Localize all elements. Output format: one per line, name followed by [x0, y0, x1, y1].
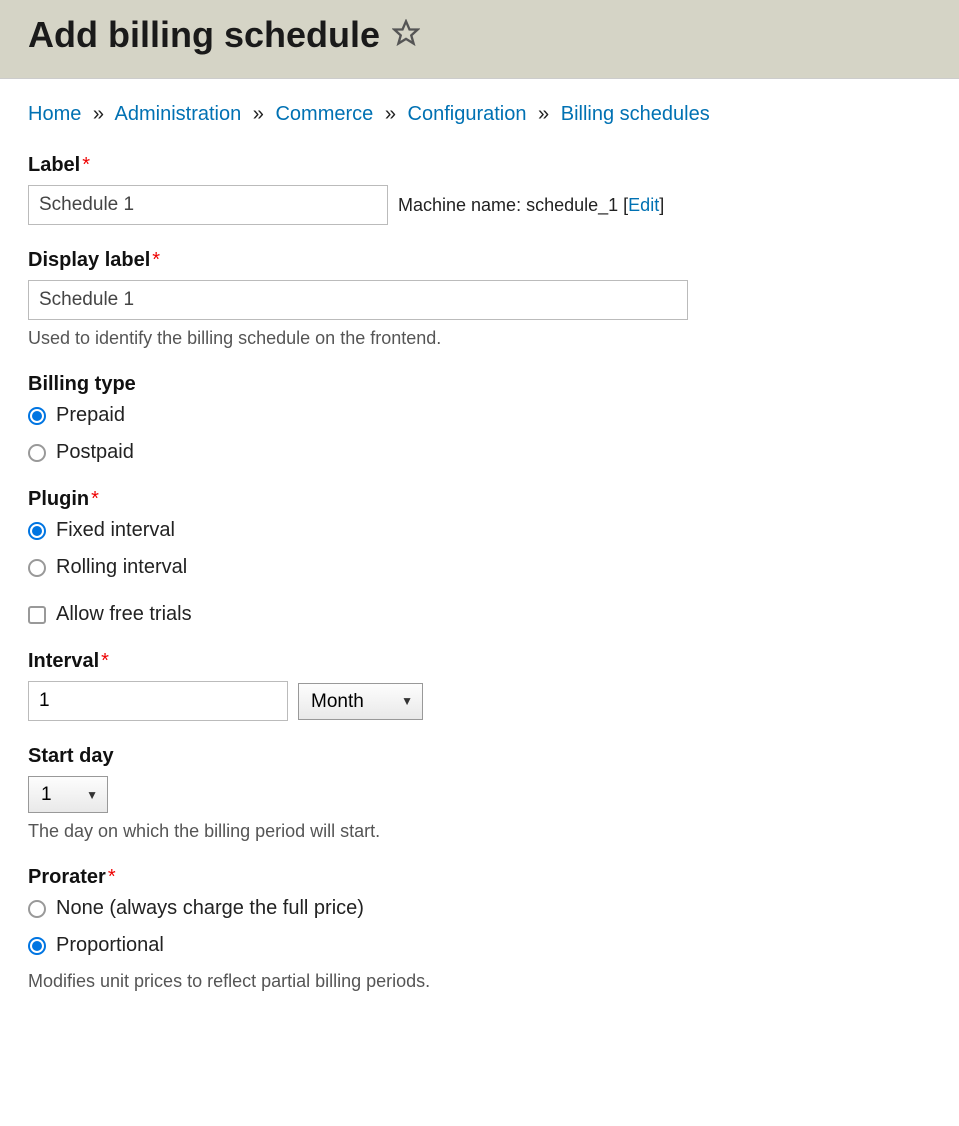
- breadcrumb: Home » Administration » Commerce » Confi…: [28, 103, 931, 126]
- header-bar: Add billing schedule: [0, 0, 959, 79]
- interval-number-input[interactable]: [28, 681, 288, 721]
- billing-type-postpaid-radio[interactable]: [28, 444, 46, 462]
- prorater-proportional[interactable]: Proportional: [28, 934, 931, 957]
- label-label-text: Label: [28, 154, 80, 176]
- breadcrumb-configuration[interactable]: Configuration: [408, 103, 527, 125]
- machine-name-edit-link[interactable]: Edit: [628, 195, 659, 215]
- plugin-rolling-radio[interactable]: [28, 559, 46, 577]
- plugin-fixed-radio[interactable]: [28, 522, 46, 540]
- prorater-none[interactable]: None (always charge the full price): [28, 897, 931, 920]
- required-mark: *: [152, 249, 160, 271]
- form-item-display-label: Display label* Used to identify the bill…: [28, 249, 931, 349]
- interval-unit-select[interactable]: Month: [298, 683, 423, 720]
- form-item-interval: Interval* Month: [28, 650, 931, 721]
- start-day-help: The day on which the billing period will…: [28, 821, 931, 842]
- breadcrumb-commerce[interactable]: Commerce: [275, 103, 373, 125]
- billing-type-postpaid[interactable]: Postpaid: [28, 441, 931, 464]
- plugin-fixed[interactable]: Fixed interval: [28, 519, 931, 542]
- prorater-proportional-label: Proportional: [56, 934, 164, 957]
- prorater-none-radio[interactable]: [28, 900, 46, 918]
- content: Home » Administration » Commerce » Confi…: [0, 79, 959, 1040]
- prorater-help: Modifies unit prices to reflect partial …: [28, 971, 931, 992]
- start-day-label: Start day: [28, 745, 931, 768]
- display-label-text: Display label: [28, 249, 150, 271]
- required-mark: *: [108, 866, 116, 888]
- required-mark: *: [82, 154, 90, 176]
- required-mark: *: [91, 488, 99, 510]
- breadcrumb-sep: »: [385, 103, 396, 125]
- machine-name: Machine name: schedule_1 [Edit]: [398, 195, 664, 216]
- label-label: Label*: [28, 154, 931, 177]
- breadcrumb-sep: »: [538, 103, 549, 125]
- form-item-plugin: Plugin* Fixed interval Rolling interval: [28, 488, 931, 579]
- plugin-label-text: Plugin: [28, 488, 89, 510]
- required-mark: *: [101, 650, 109, 672]
- page-title-text: Add billing schedule: [28, 14, 380, 56]
- form-item-billing-type: Billing type Prepaid Postpaid: [28, 373, 931, 464]
- breadcrumb-home[interactable]: Home: [28, 103, 81, 125]
- prorater-label-text: Prorater: [28, 866, 106, 888]
- allow-trials-checkbox[interactable]: [28, 606, 46, 624]
- form-item-allow-trials: Allow free trials: [28, 603, 931, 626]
- plugin-rolling[interactable]: Rolling interval: [28, 556, 931, 579]
- machine-name-prefix: Machine name:: [398, 195, 526, 215]
- billing-type-label: Billing type: [28, 373, 931, 396]
- prorater-none-label: None (always charge the full price): [56, 897, 364, 920]
- interval-label-text: Interval: [28, 650, 99, 672]
- allow-trials[interactable]: Allow free trials: [28, 603, 931, 626]
- star-icon[interactable]: [392, 14, 420, 56]
- display-label-input[interactable]: [28, 280, 688, 320]
- breadcrumb-sep: »: [93, 103, 104, 125]
- billing-type-prepaid-radio[interactable]: [28, 407, 46, 425]
- prorater-proportional-radio[interactable]: [28, 937, 46, 955]
- breadcrumb-administration[interactable]: Administration: [115, 103, 242, 125]
- prorater-label: Prorater*: [28, 866, 931, 889]
- breadcrumb-sep: »: [253, 103, 264, 125]
- form-item-prorater: Prorater* None (always charge the full p…: [28, 866, 931, 992]
- billing-type-prepaid[interactable]: Prepaid: [28, 404, 931, 427]
- interval-label: Interval*: [28, 650, 931, 673]
- plugin-fixed-label: Fixed interval: [56, 519, 175, 542]
- label-input[interactable]: [28, 185, 388, 225]
- form-item-start-day: Start day 1 The day on which the billing…: [28, 745, 931, 842]
- allow-trials-label: Allow free trials: [56, 603, 192, 626]
- plugin-label: Plugin*: [28, 488, 931, 511]
- display-label-help: Used to identify the billing schedule on…: [28, 328, 931, 349]
- page-title: Add billing schedule: [28, 14, 931, 56]
- billing-type-postpaid-label: Postpaid: [56, 441, 134, 464]
- breadcrumb-billing-schedules[interactable]: Billing schedules: [561, 103, 710, 125]
- display-label-label: Display label*: [28, 249, 931, 272]
- machine-name-value: schedule_1: [526, 195, 618, 215]
- billing-type-prepaid-label: Prepaid: [56, 404, 125, 427]
- form-item-label: Label* Machine name: schedule_1 [Edit]: [28, 154, 931, 225]
- start-day-select[interactable]: 1: [28, 776, 108, 813]
- plugin-rolling-label: Rolling interval: [56, 556, 187, 579]
